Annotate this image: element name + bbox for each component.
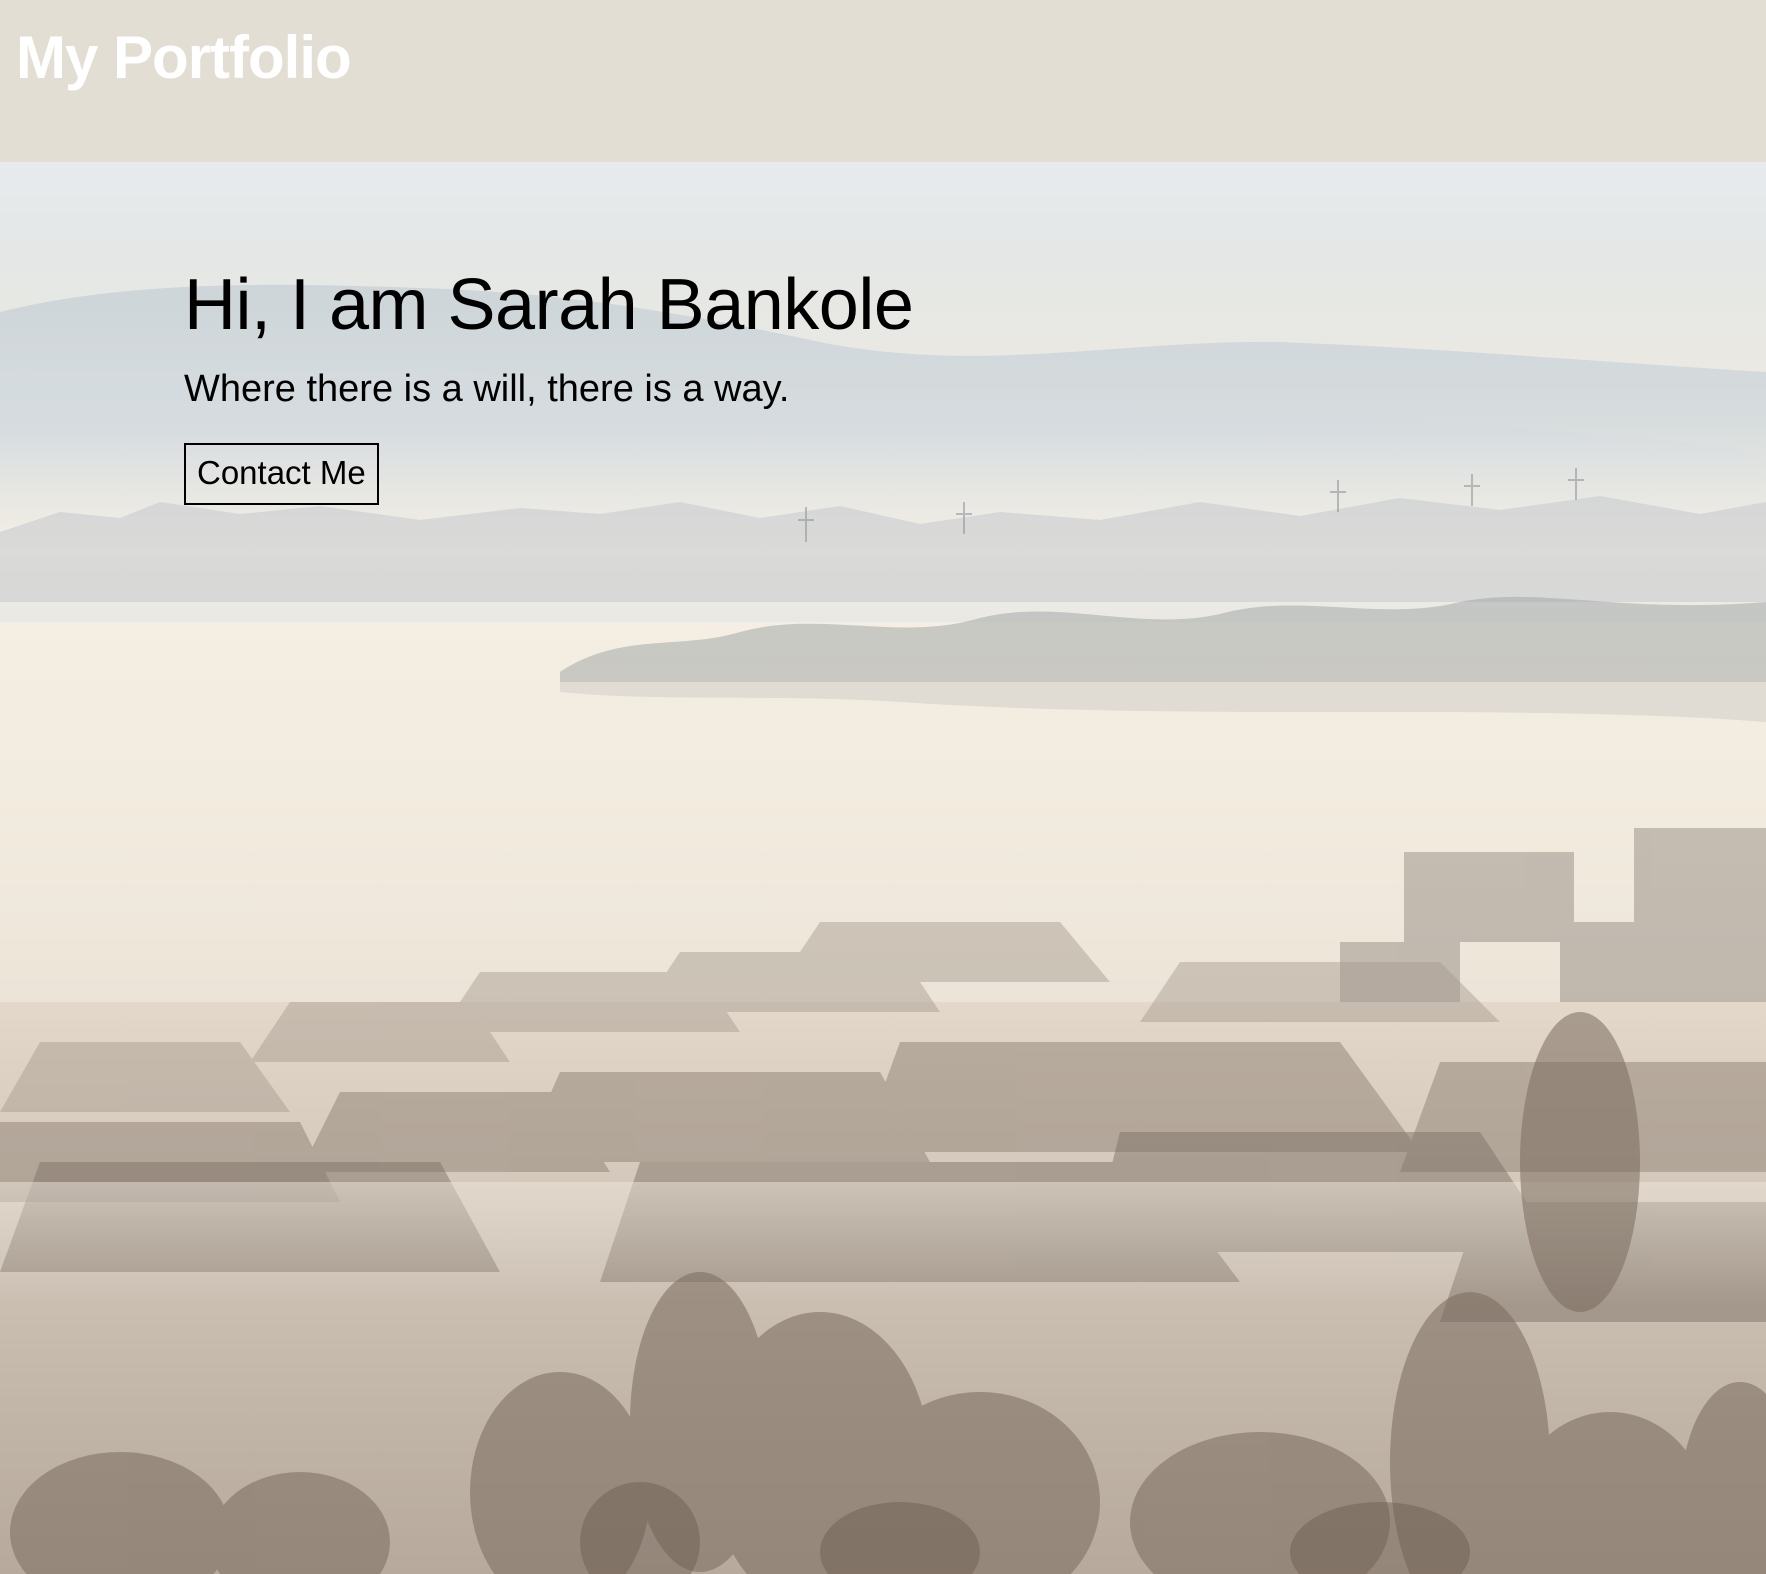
site-header: My Portfolio xyxy=(0,0,1766,162)
contact-me-button[interactable]: Contact Me xyxy=(184,442,379,506)
hero-section: Hi, I am Sarah Bankole Where there is a … xyxy=(0,162,1766,1574)
hero-content: Hi, I am Sarah Bankole Where there is a … xyxy=(184,265,914,506)
page: My Portfolio Hi, I am Sarah Bankole Wher… xyxy=(0,0,1766,1574)
hero-title: Hi, I am Sarah Bankole xyxy=(184,265,914,345)
hero-subtitle: Where there is a will, there is a way. xyxy=(184,368,790,411)
site-logo[interactable]: My Portfolio xyxy=(16,26,352,89)
